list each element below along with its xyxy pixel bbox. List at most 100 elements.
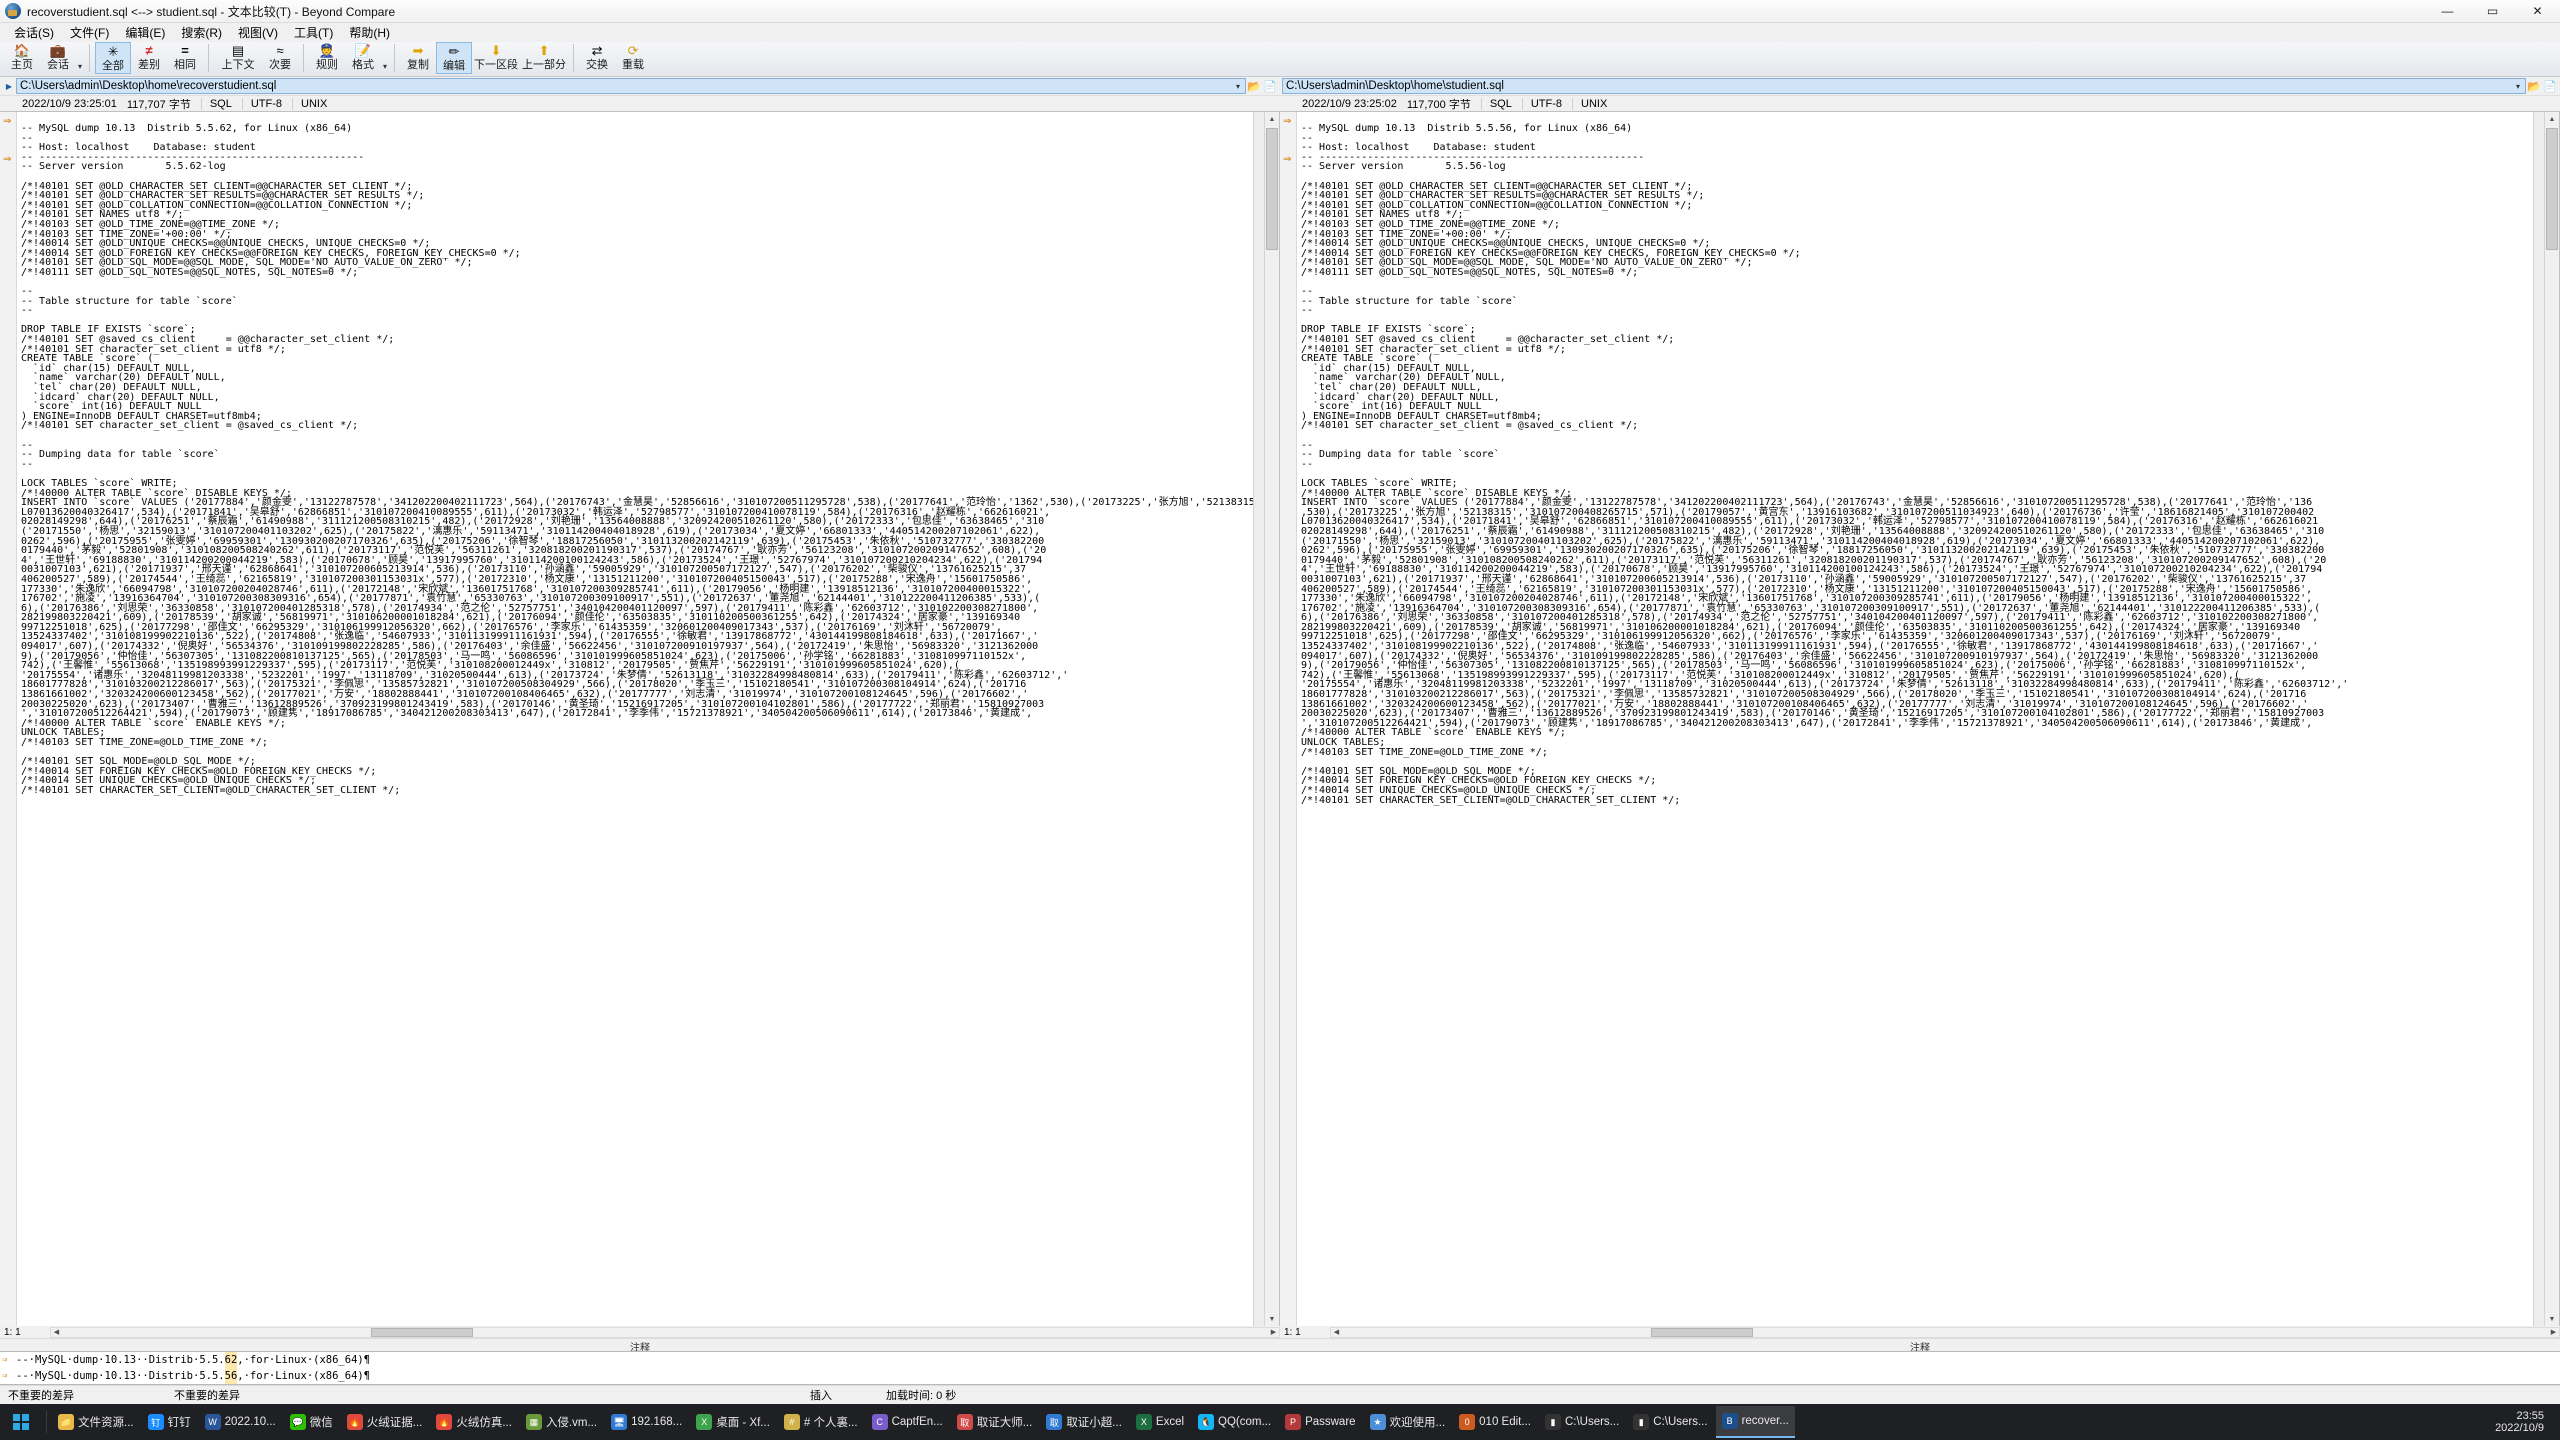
right-code-viewport[interactable]: -- MySQL dump 10.13 Distrib 5.5.56, for …	[1297, 112, 2533, 1326]
window-controls: — ▭ ✕	[2425, 0, 2560, 22]
wechat-icon: 💬	[289, 1414, 306, 1430]
toolbar-reload-button[interactable]: ⟳ 重载	[615, 42, 651, 74]
taskbar-item-welcome[interactable]: ★ 欢迎使用...	[1364, 1407, 1452, 1437]
taskbar-item-captfencoder[interactable]: C CaptfEn...	[866, 1407, 949, 1437]
scroll-right-icon[interactable]: ▶	[1268, 1328, 1279, 1337]
right-hscroll-thumb[interactable]	[1651, 1327, 1753, 1337]
taskbar-item-wechat[interactable]: 💬 微信	[284, 1407, 339, 1437]
left-code-text[interactable]: -- MySQL dump 10.13 Distrib 5.5.62, for …	[17, 122, 1253, 796]
toolbar-differences-button[interactable]: ≠ 差别	[131, 42, 167, 74]
context-icon: ▤	[231, 43, 245, 58]
scroll-up-icon[interactable]: ▲	[2545, 112, 2559, 126]
toolbar-swap-button[interactable]: ⇄ 交换	[579, 42, 615, 74]
taskbar-item-terminal-2[interactable]: ▮ C:\Users...	[1627, 1407, 1713, 1437]
difference-detail-panel[interactable]: ⇒ --·MySQL·dump·10.13··Distrib·5.5. 62 ,…	[0, 1351, 2560, 1385]
toolbar-copy-button[interactable]: ➡ 复制	[400, 42, 436, 74]
left-vertical-scrollbar[interactable]: ▲ ▼	[1264, 112, 1279, 1326]
right-scroll-thumb[interactable]	[2546, 128, 2558, 250]
toolbar-format-button[interactable]: 📝 格式	[345, 42, 381, 74]
scroll-left-icon[interactable]: ◀	[51, 1328, 62, 1337]
scroll-left-icon[interactable]: ◀	[1331, 1328, 1342, 1337]
taskbar-item-huorong-sim[interactable]: 🔥 火绒仿真...	[430, 1407, 518, 1437]
taskbar-item-010editor[interactable]: 0 010 Edit...	[1453, 1407, 1537, 1437]
qq-icon: 🐧	[1198, 1414, 1215, 1430]
taskbar-item-excel[interactable]: X Excel	[1130, 1407, 1190, 1437]
menu-tools[interactable]: 工具(T)	[286, 22, 341, 43]
right-path-input[interactable]: C:\Users\admin\Desktop\home\studient.sql…	[1282, 78, 2526, 94]
taskbar-item-passware[interactable]: P Passware	[1279, 1407, 1362, 1437]
menu-view[interactable]: 视图(V)	[230, 22, 286, 43]
taskbar-item-word-doc[interactable]: W 2022.10...	[199, 1407, 282, 1437]
right-cursor-position: 1: 1	[1284, 1326, 1301, 1338]
taskbar-item-huorong-evidence[interactable]: 🔥 火绒证据...	[341, 1407, 429, 1437]
taskbar-item-beyond-compare[interactable]: B recover...	[1715, 1406, 1795, 1438]
taskbar-item-notes[interactable]: # # 个人裏...	[778, 1407, 864, 1437]
toolbar-prev-section-button[interactable]: ⬆ 上一部分	[520, 42, 568, 74]
toolbar-home-button[interactable]: 🏠 主页	[4, 42, 40, 74]
scroll-down-icon[interactable]: ▼	[1265, 1312, 1279, 1326]
left-open-file-icon[interactable]: 📄	[1262, 78, 1278, 94]
toolbar-edit-button[interactable]: ✏ 编辑	[436, 42, 473, 74]
right-browse-folder-icon[interactable]: 📂	[2526, 78, 2542, 94]
session-chevron-down-icon[interactable]: ▾	[78, 48, 82, 71]
menu-search[interactable]: 搜索(R)	[173, 22, 230, 43]
left-editor-pane[interactable]: ⇒ ⇒ -- MySQL dump 10.13 Distrib 5.5.62, …	[0, 112, 1280, 1326]
right-gutter[interactable]: ⇒ ⇒	[1280, 112, 1297, 1326]
right-open-file-icon[interactable]: 📄	[2542, 78, 2558, 94]
taskbar-item-file-explorer[interactable]: 📁 文件资源...	[52, 1407, 140, 1437]
close-button[interactable]: ✕	[2515, 0, 2560, 22]
taskbar-item-forensics-mini[interactable]: 取 取证小超...	[1040, 1407, 1128, 1437]
referee-icon: 👮	[318, 43, 336, 58]
right-editor-pane[interactable]: ⇒ ⇒ -- MySQL dump 10.13 Distrib 5.5.56, …	[1280, 112, 2560, 1326]
maximize-button[interactable]: ▭	[2470, 0, 2515, 22]
left-horizontal-scrollbar[interactable]: ◀ ▶	[50, 1326, 1280, 1338]
toolbar-separator	[394, 44, 396, 72]
right-path-chevron-down-icon[interactable]: ▾	[2514, 82, 2522, 91]
format-chevron-down-icon[interactable]: ▾	[383, 48, 387, 71]
taskbar-item-dingtalk[interactable]: 钉 钉钉	[142, 1407, 197, 1437]
right-minimap[interactable]	[2533, 112, 2544, 1326]
menu-session[interactable]: 会话(S)	[6, 22, 62, 43]
right-code-text[interactable]: -- MySQL dump 10.13 Distrib 5.5.56, for …	[1297, 122, 2533, 805]
taskbar-item-qq[interactable]: 🐧 QQ(com...	[1192, 1407, 1277, 1437]
toolbar-next-section-button[interactable]: ⬇ 下一区段	[472, 42, 520, 74]
right-vertical-scrollbar[interactable]: ▲ ▼	[2544, 112, 2559, 1326]
taskbar-label: 钉钉	[167, 1417, 191, 1429]
taskbar-item-forensics-master[interactable]: 取 取证大师...	[951, 1407, 1039, 1437]
right-path-text: C:\Users\admin\Desktop\home\studient.sql	[1286, 80, 1504, 92]
minimize-button[interactable]: —	[2425, 0, 2470, 22]
toolbar-context-button[interactable]: ▤ 上下文	[214, 42, 262, 74]
menu-file[interactable]: 文件(F)	[62, 22, 117, 43]
scroll-down-icon[interactable]: ▼	[2545, 1312, 2559, 1326]
scroll-up-icon[interactable]: ▲	[1265, 112, 1279, 126]
left-path-chevron-down-icon[interactable]: ▾	[1234, 82, 1242, 91]
toolbar-session-label: 会话	[47, 59, 69, 71]
toolbar-swap-label: 交换	[586, 59, 609, 71]
left-hscroll-thumb[interactable]	[371, 1327, 473, 1337]
taskbar-item-remote-desktop[interactable]: 🖥 192.168...	[605, 1407, 688, 1437]
menu-help[interactable]: 帮助(H)	[341, 22, 398, 43]
taskbar-clock[interactable]: 23:55 2022/10/9	[2487, 1410, 2552, 1434]
toolbar-session-button[interactable]: 💼 会话	[40, 42, 76, 74]
left-minimap[interactable]	[1253, 112, 1264, 1326]
left-gutter[interactable]: ⇒ ⇒	[0, 112, 17, 1326]
taskbar-item-xftp[interactable]: X 桌面 - Xf...	[690, 1407, 776, 1437]
left-code-viewport[interactable]: -- MySQL dump 10.13 Distrib 5.5.62, for …	[17, 112, 1253, 1326]
right-horizontal-scrollbar[interactable]: ◀ ▶	[1330, 1326, 2560, 1338]
toolbar-rules-button[interactable]: 👮 规则	[309, 42, 345, 74]
scroll-right-icon[interactable]: ▶	[2548, 1328, 2559, 1337]
beyond-compare-icon	[5, 3, 21, 19]
left-browse-folder-icon[interactable]: 📂	[1246, 78, 1262, 94]
toolbar: 🏠 主页 💼 会话 ▾ ✳ 全部 ≠ 差别 = 相同 ▤ 上下文 ≈ 次要 👮 …	[0, 42, 2560, 77]
toolbar-all-button[interactable]: ✳ 全部	[95, 42, 132, 74]
left-scroll-thumb[interactable]	[1266, 128, 1278, 250]
menu-edit[interactable]: 编辑(E)	[117, 22, 173, 43]
start-button[interactable]	[1, 1407, 41, 1437]
taskbar-item-terminal-1[interactable]: ▮ C:\Users...	[1539, 1407, 1625, 1437]
left-file-timestamp: 2022/10/9 23:25:01	[22, 97, 117, 110]
left-path-input[interactable]: C:\Users\admin\Desktop\home\recoverstudi…	[16, 78, 1246, 94]
toolbar-next-section-label: 下一区段	[474, 59, 519, 71]
toolbar-minor-button[interactable]: ≈ 次要	[262, 42, 298, 74]
taskbar-item-vmware[interactable]: ▦ 入侵.vm...	[520, 1407, 603, 1437]
toolbar-same-button[interactable]: = 相同	[167, 42, 203, 74]
